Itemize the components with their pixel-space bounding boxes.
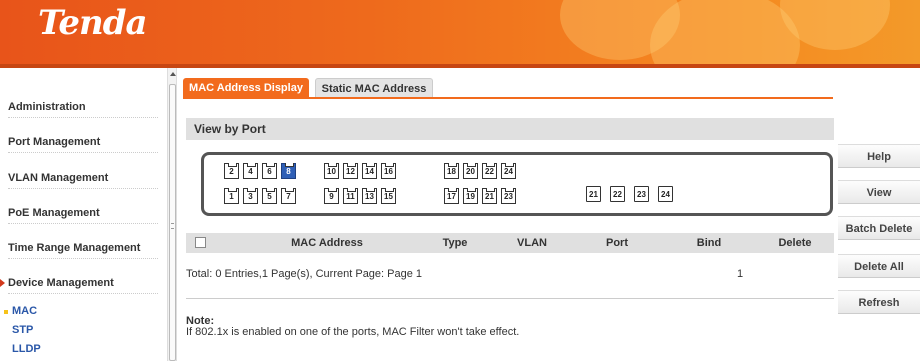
port-16[interactable]: 16 <box>381 163 396 179</box>
sidebar-item-administration[interactable]: Administration <box>8 101 158 118</box>
port-8[interactable]: 8 <box>281 163 296 179</box>
port-21[interactable]: 21 <box>482 188 497 204</box>
port-18[interactable]: 18 <box>444 163 459 179</box>
sfp-port-23[interactable]: 23 <box>634 186 649 202</box>
port-panel: 2 4 6 8 10 12 14 16 18 20 22 24 1 3 5 7 … <box>201 152 833 216</box>
sidebar-subitem-mac[interactable]: MAC <box>12 305 37 317</box>
sidebar-subitem-lldp[interactable]: LLDP <box>12 343 41 355</box>
port-12[interactable]: 12 <box>343 163 358 179</box>
active-section-marker-icon <box>0 279 5 287</box>
sidebar-item-time-range-management[interactable]: Time Range Management <box>8 242 158 259</box>
column-mac-address: MAC Address <box>291 237 363 249</box>
port-6[interactable]: 6 <box>262 163 277 179</box>
sidebar-item-device-management[interactable]: Device Management <box>8 277 158 294</box>
page-number-link[interactable]: 1 <box>737 268 743 280</box>
refresh-button[interactable]: Refresh <box>838 290 920 314</box>
sfp-port-21[interactable]: 21 <box>586 186 601 202</box>
port-9[interactable]: 9 <box>324 188 339 204</box>
banner-decoration <box>650 0 800 64</box>
delete-all-button[interactable]: Delete All <box>838 254 920 278</box>
sfp-port-22[interactable]: 22 <box>610 186 625 202</box>
port-19[interactable]: 19 <box>463 188 478 204</box>
sidebar-item-port-management[interactable]: Port Management <box>8 136 158 153</box>
batch-delete-button[interactable]: Batch Delete <box>838 216 920 240</box>
tenda-logo: Tenda <box>38 3 148 43</box>
port-10[interactable]: 10 <box>324 163 339 179</box>
sidebar-subitem-stp[interactable]: STP <box>12 324 33 336</box>
column-bind: Bind <box>696 237 722 249</box>
column-port: Port <box>606 237 628 249</box>
port-2[interactable]: 2 <box>224 163 239 179</box>
sidebar-item-vlan-management[interactable]: VLAN Management <box>8 172 158 189</box>
port-13[interactable]: 13 <box>362 188 377 204</box>
port-17[interactable]: 17 <box>444 188 459 204</box>
sidebar-scrollbar[interactable] <box>167 68 177 361</box>
content-divider <box>186 298 834 299</box>
tab-static-mac-address[interactable]: Static MAC Address <box>315 78 433 98</box>
section-title: View by Port <box>186 118 834 140</box>
select-all-checkbox[interactable] <box>195 237 206 248</box>
help-button[interactable]: Help <box>838 144 920 168</box>
column-delete: Delete <box>778 237 812 249</box>
port-1[interactable]: 1 <box>224 188 239 204</box>
sidebar-nav: Administration Port Management VLAN Mana… <box>0 68 166 361</box>
port-20[interactable]: 20 <box>463 163 478 179</box>
header-banner: Tenda <box>0 0 920 64</box>
port-5[interactable]: 5 <box>262 188 277 204</box>
mac-table-header: MAC Address Type VLAN Port Bind Delete <box>186 233 834 253</box>
port-14[interactable]: 14 <box>362 163 377 179</box>
port-22[interactable]: 22 <box>482 163 497 179</box>
column-type: Type <box>442 237 468 249</box>
scroll-up-arrow-icon[interactable] <box>170 72 176 76</box>
port-4[interactable]: 4 <box>243 163 258 179</box>
sfp-port-24[interactable]: 24 <box>658 186 673 202</box>
port-24[interactable]: 24 <box>501 163 516 179</box>
scroll-grip-icon <box>171 223 174 229</box>
active-subitem-marker-icon <box>4 310 8 314</box>
scroll-thumb[interactable] <box>169 84 176 361</box>
note-text: If 802.1x is enabled on one of the ports… <box>186 326 520 338</box>
port-7[interactable]: 7 <box>281 188 296 204</box>
column-vlan: VLAN <box>517 237 547 249</box>
port-11[interactable]: 11 <box>343 188 358 204</box>
tab-mac-address-display[interactable]: MAC Address Display <box>183 78 309 98</box>
view-button[interactable]: View <box>838 180 920 204</box>
port-15[interactable]: 15 <box>381 188 396 204</box>
port-3[interactable]: 3 <box>243 188 258 204</box>
pagination-summary: Total: 0 Entries,1 Page(s), Current Page… <box>186 268 423 280</box>
sidebar-item-poe-management[interactable]: PoE Management <box>8 207 158 224</box>
tab-underline <box>183 97 833 99</box>
port-23[interactable]: 23 <box>501 188 516 204</box>
